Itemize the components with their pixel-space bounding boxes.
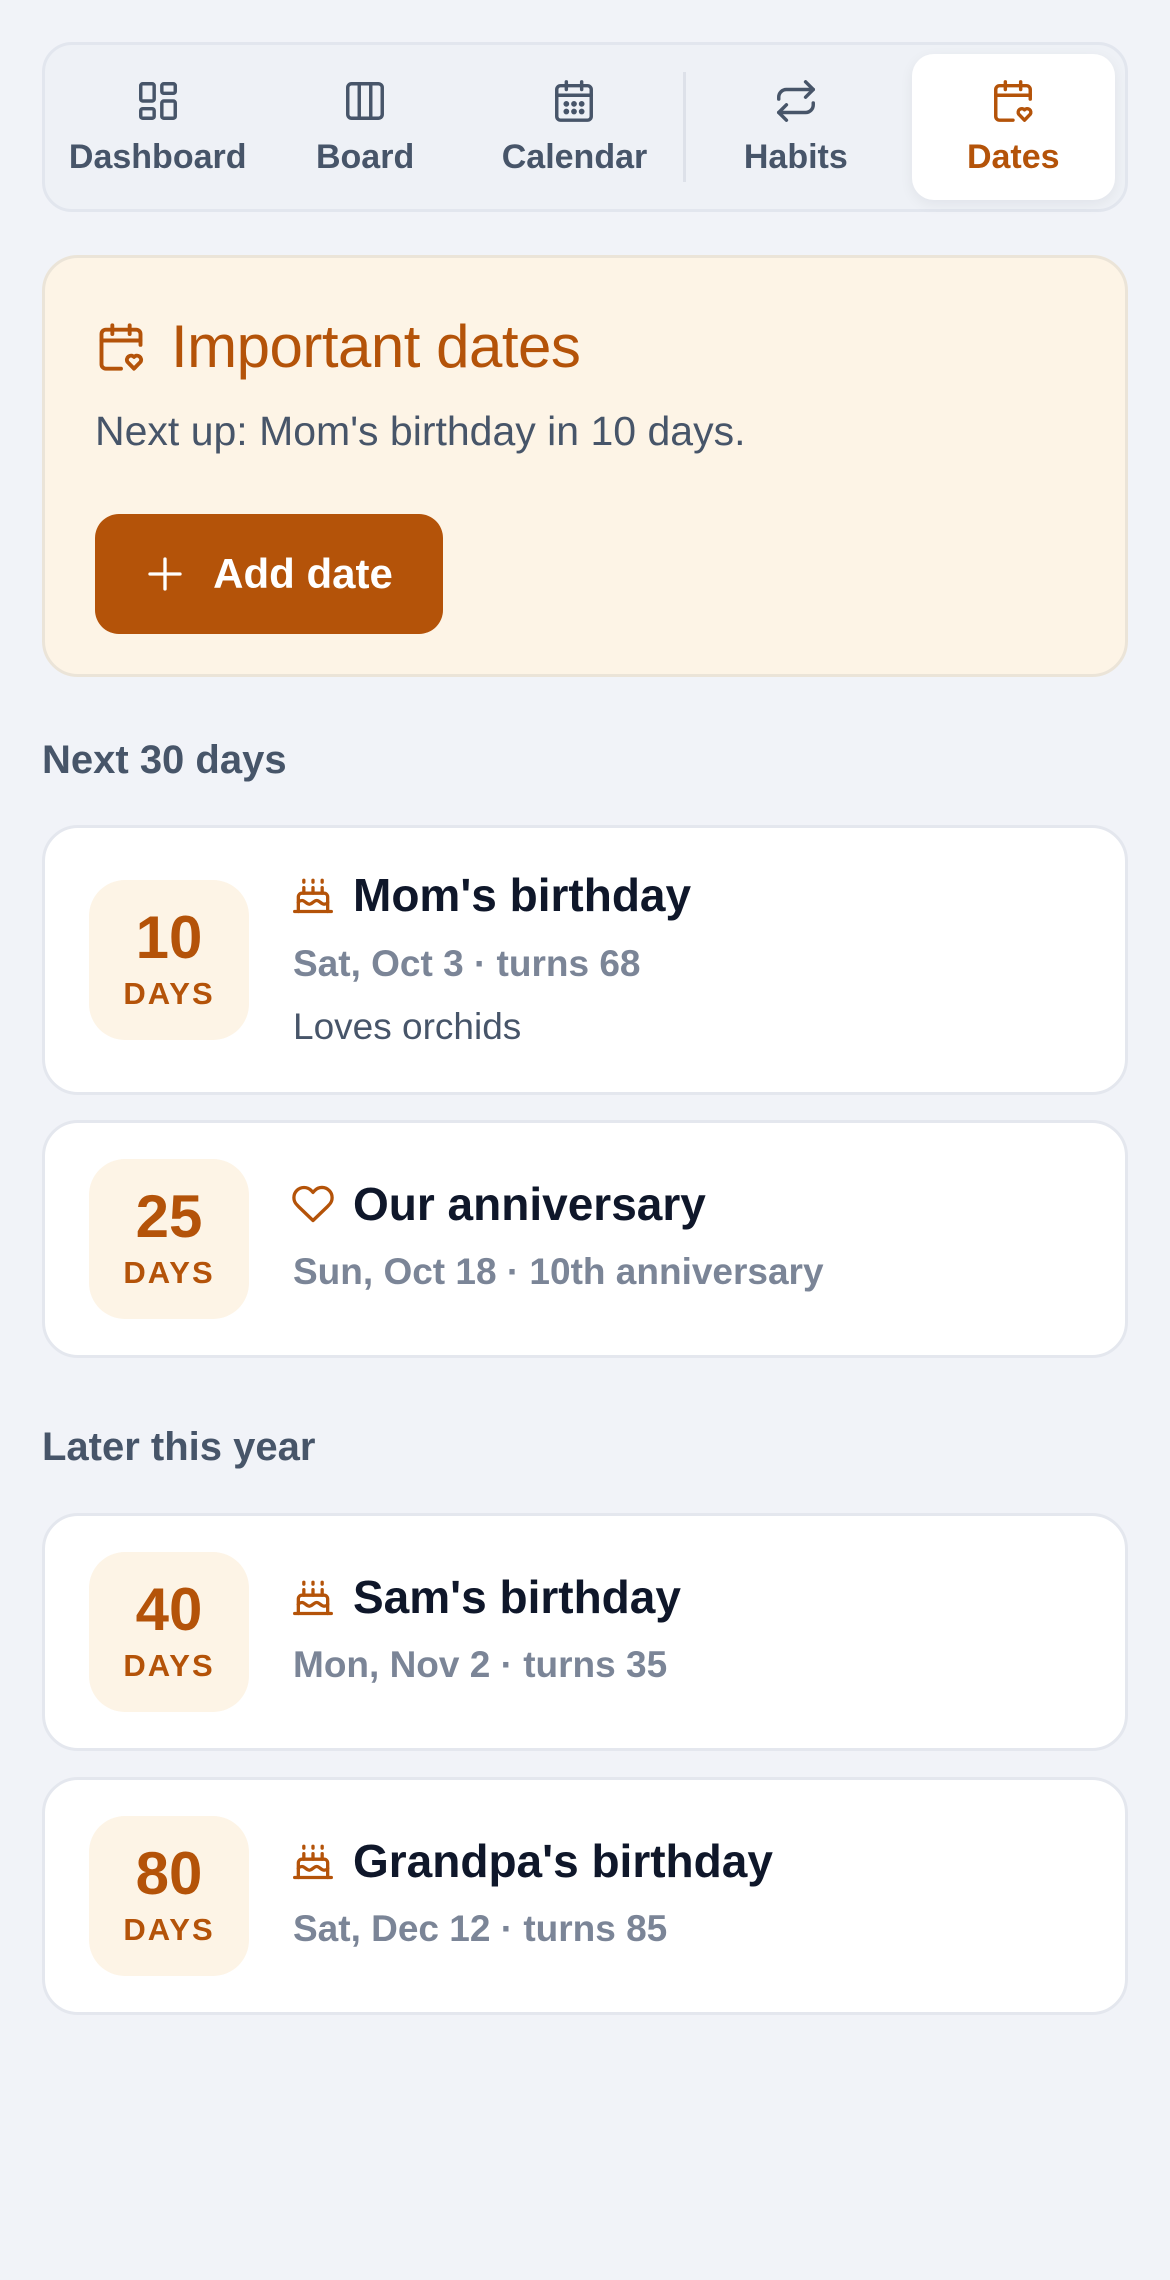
page-title: Important dates [95, 312, 581, 381]
nav-tab-label: Board [315, 137, 415, 176]
nav-tab-dates[interactable]: Dates [911, 54, 1115, 200]
calendar-heart-icon [99, 322, 143, 371]
top-nav: Dashboard Board Calendar Habits Dates [42, 42, 1128, 212]
days-until-badge: 10 DAYS [89, 880, 249, 1040]
event-card[interactable]: 10 DAYS Mom's birthday Sat, Oct 3 · turn… [42, 825, 1128, 1095]
nav-tab-label: Dates [966, 137, 1060, 176]
days-until-badge: 25 DAYS [89, 1159, 249, 1319]
repeat-icon [776, 79, 815, 122]
event-title: Our anniversary [291, 1177, 706, 1231]
cake-icon [293, 878, 333, 914]
nav-divider [683, 72, 687, 182]
days-until-badge: 80 DAYS [89, 1816, 249, 1976]
event-date-detail: Sun, Oct 18 · 10th anniversary [293, 1251, 824, 1292]
nav-tab-dashboard[interactable]: Dashboard [55, 54, 260, 200]
event-title: Sam's birthday [291, 1570, 681, 1624]
dates-page: Dashboard Board Calendar Habits Dates Im… [0, 0, 1170, 2280]
event-name: Grandpa's birthday [353, 1835, 773, 1887]
event-name: Sam's birthday [353, 1571, 681, 1623]
event-card[interactable]: 25 DAYS Our anniversary Sun, Oct 18 · 10… [42, 1120, 1128, 1358]
event-date-detail: Mon, Nov 2 · turns 35 [293, 1644, 668, 1685]
event-card[interactable]: 80 DAYS Grandpa's birthday Sat, Dec 12 ·… [42, 1777, 1128, 2015]
event-name: Mom's birthday [353, 869, 692, 921]
board-columns-icon [346, 81, 385, 120]
dashboard-icon [138, 81, 177, 120]
nav-tab-board[interactable]: Board [260, 54, 469, 200]
calendar-heart-icon [994, 79, 1033, 122]
days-unit: DAYS [123, 1648, 215, 1683]
heart-icon [292, 1185, 334, 1223]
days-count: 40 [135, 1576, 203, 1643]
add-date-button[interactable]: Add date [95, 514, 443, 634]
days-unit: DAYS [123, 976, 215, 1011]
nav-tab-label: Habits [743, 137, 848, 176]
nav-tab-label: Dashboard [68, 137, 247, 176]
event-date-detail: Sat, Oct 3 · turns 68 [293, 943, 641, 984]
days-count: 80 [135, 1840, 203, 1907]
next-up-summary: Next up: Mom's birthday in 10 days. [95, 408, 746, 454]
important-dates-card: Important dates Next up: Mom's birthday … [42, 255, 1128, 677]
nav-tab-habits[interactable]: Habits [692, 54, 899, 200]
days-count: 25 [135, 1183, 203, 1250]
nav-tab-calendar[interactable]: Calendar [470, 54, 679, 200]
section-title-next-30-days: Next 30 days [42, 738, 287, 782]
cake-icon [293, 1844, 333, 1880]
event-note: Loves orchids [293, 1006, 522, 1047]
event-title: Grandpa's birthday [291, 1834, 773, 1888]
days-unit: DAYS [123, 1255, 215, 1290]
days-until-badge: 40 DAYS [89, 1552, 249, 1712]
event-card[interactable]: 40 DAYS Sam's birthday Mon, Nov 2 · turn… [42, 1513, 1128, 1751]
plus-icon [148, 557, 182, 591]
event-title: Mom's birthday [291, 868, 691, 922]
days-count: 10 [135, 904, 203, 971]
nav-tab-label: Calendar [501, 137, 648, 176]
section-title-later-this-year: Later this year [42, 1425, 316, 1469]
days-unit: DAYS [123, 1912, 215, 1947]
event-name: Our anniversary [353, 1178, 706, 1230]
event-date-detail: Sat, Dec 12 · turns 85 [293, 1908, 668, 1949]
cake-icon [293, 1580, 333, 1616]
add-date-label: Add date [213, 550, 393, 597]
calendar-icon [555, 79, 594, 122]
page-title-text: Important dates [171, 313, 581, 380]
